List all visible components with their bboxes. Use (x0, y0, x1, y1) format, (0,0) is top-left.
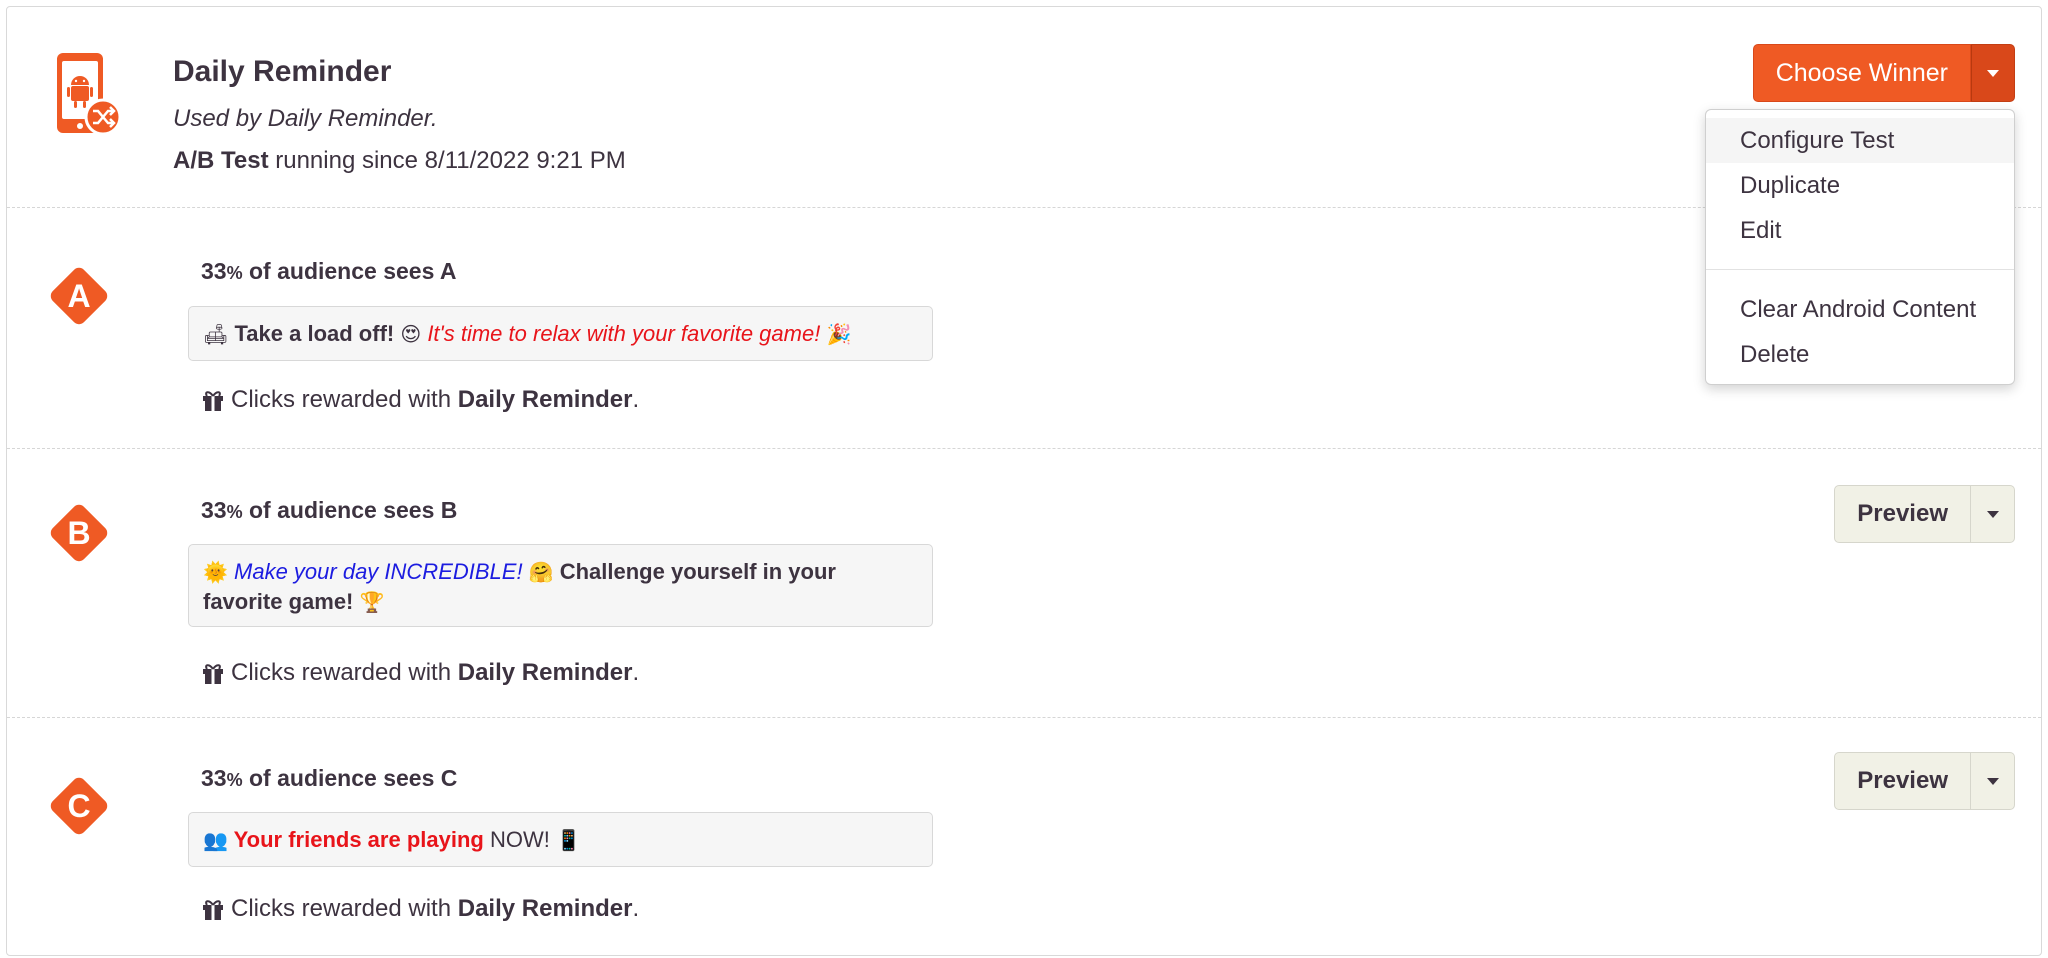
variant-row-c: C 33% of audience sees C 👥 Your friends … (7, 718, 2041, 957)
choose-winner-split-button: Choose Winner (1752, 44, 2015, 102)
gift-icon (203, 664, 223, 684)
ab-test-card: Daily Reminder Used by Daily Reminder. A… (6, 6, 2042, 956)
menu-item-clear-android-content[interactable]: Clear Android Content (1706, 287, 2014, 332)
variant-badge: B (47, 501, 111, 565)
message-preview: 🌞 Make your day INCREDIBLE! 🤗 Challenge … (188, 544, 933, 627)
menu-item-delete[interactable]: Delete (1706, 332, 2014, 377)
reward-text: Clicks rewarded with Daily Reminder. (201, 895, 639, 923)
message-preview: 🛋 Take a load off! 😍 It's time to relax … (188, 306, 933, 361)
caret-down-icon (1986, 777, 1999, 785)
variant-badge: C (47, 774, 111, 838)
party-popper-emoji-icon: 🎉 (826, 322, 852, 346)
preview-dropdown-toggle[interactable] (1971, 752, 2015, 810)
message-preview: 👥 Your friends are playing NOW! 📱 (188, 812, 933, 867)
audience-label: 33% of audience sees B (201, 497, 458, 523)
heart-eyes-emoji-icon: 😍 (400, 322, 422, 346)
gift-icon (203, 900, 223, 920)
reward-text: Clicks rewarded with Daily Reminder. (201, 386, 639, 414)
android-phone-shuffle-icon (57, 53, 122, 136)
caret-down-icon (1986, 510, 1999, 518)
test-status: A/B Test running since 8/11/2022 9:21 PM (173, 147, 626, 175)
menu-item-duplicate[interactable]: Duplicate (1706, 163, 2014, 208)
gift-icon (203, 391, 223, 411)
test-subtitle: Used by Daily Reminder. (173, 105, 438, 132)
preview-button[interactable]: Preview (1834, 752, 1971, 810)
preview-dropdown-toggle[interactable] (1971, 485, 2015, 543)
preview-split-button: Preview (1834, 752, 2015, 810)
test-title: Daily Reminder (173, 55, 392, 88)
preview-button[interactable]: Preview (1834, 485, 1971, 543)
menu-item-edit[interactable]: Edit (1706, 208, 2014, 253)
menu-item-configure-test[interactable]: Configure Test (1706, 118, 2014, 163)
status-text: running since 8/11/2022 9:21 PM (268, 147, 626, 174)
audience-label: 33% of audience sees A (201, 258, 457, 284)
choose-winner-dropdown-toggle[interactable] (1971, 44, 2015, 102)
choose-winner-button[interactable]: Choose Winner (1752, 44, 1971, 102)
sun-face-emoji-icon: 🌞 (203, 560, 228, 584)
hugging-face-emoji-icon: 🤗 (528, 560, 554, 584)
caret-down-icon (1987, 69, 1999, 77)
preview-split-button: Preview (1834, 485, 2015, 543)
phone-emoji-icon: 📱 (555, 828, 581, 852)
reward-text: Clicks rewarded with Daily Reminder. (201, 659, 639, 687)
audience-label: 33% of audience sees C (201, 765, 458, 791)
variant-row-b: B 33% of audience sees B 🌞 Make your day… (7, 449, 2041, 718)
menu-divider (1706, 269, 2014, 270)
people-emoji-icon: 👥 (203, 828, 228, 852)
actions-dropdown-menu: Configure Test Duplicate Edit Clear Andr… (1705, 109, 2015, 385)
variant-badge: A (47, 264, 111, 328)
couch-emoji-icon: 🛋 (203, 322, 229, 346)
trophy-emoji-icon: 🏆 (359, 590, 385, 614)
status-label: A/B Test (173, 147, 269, 174)
